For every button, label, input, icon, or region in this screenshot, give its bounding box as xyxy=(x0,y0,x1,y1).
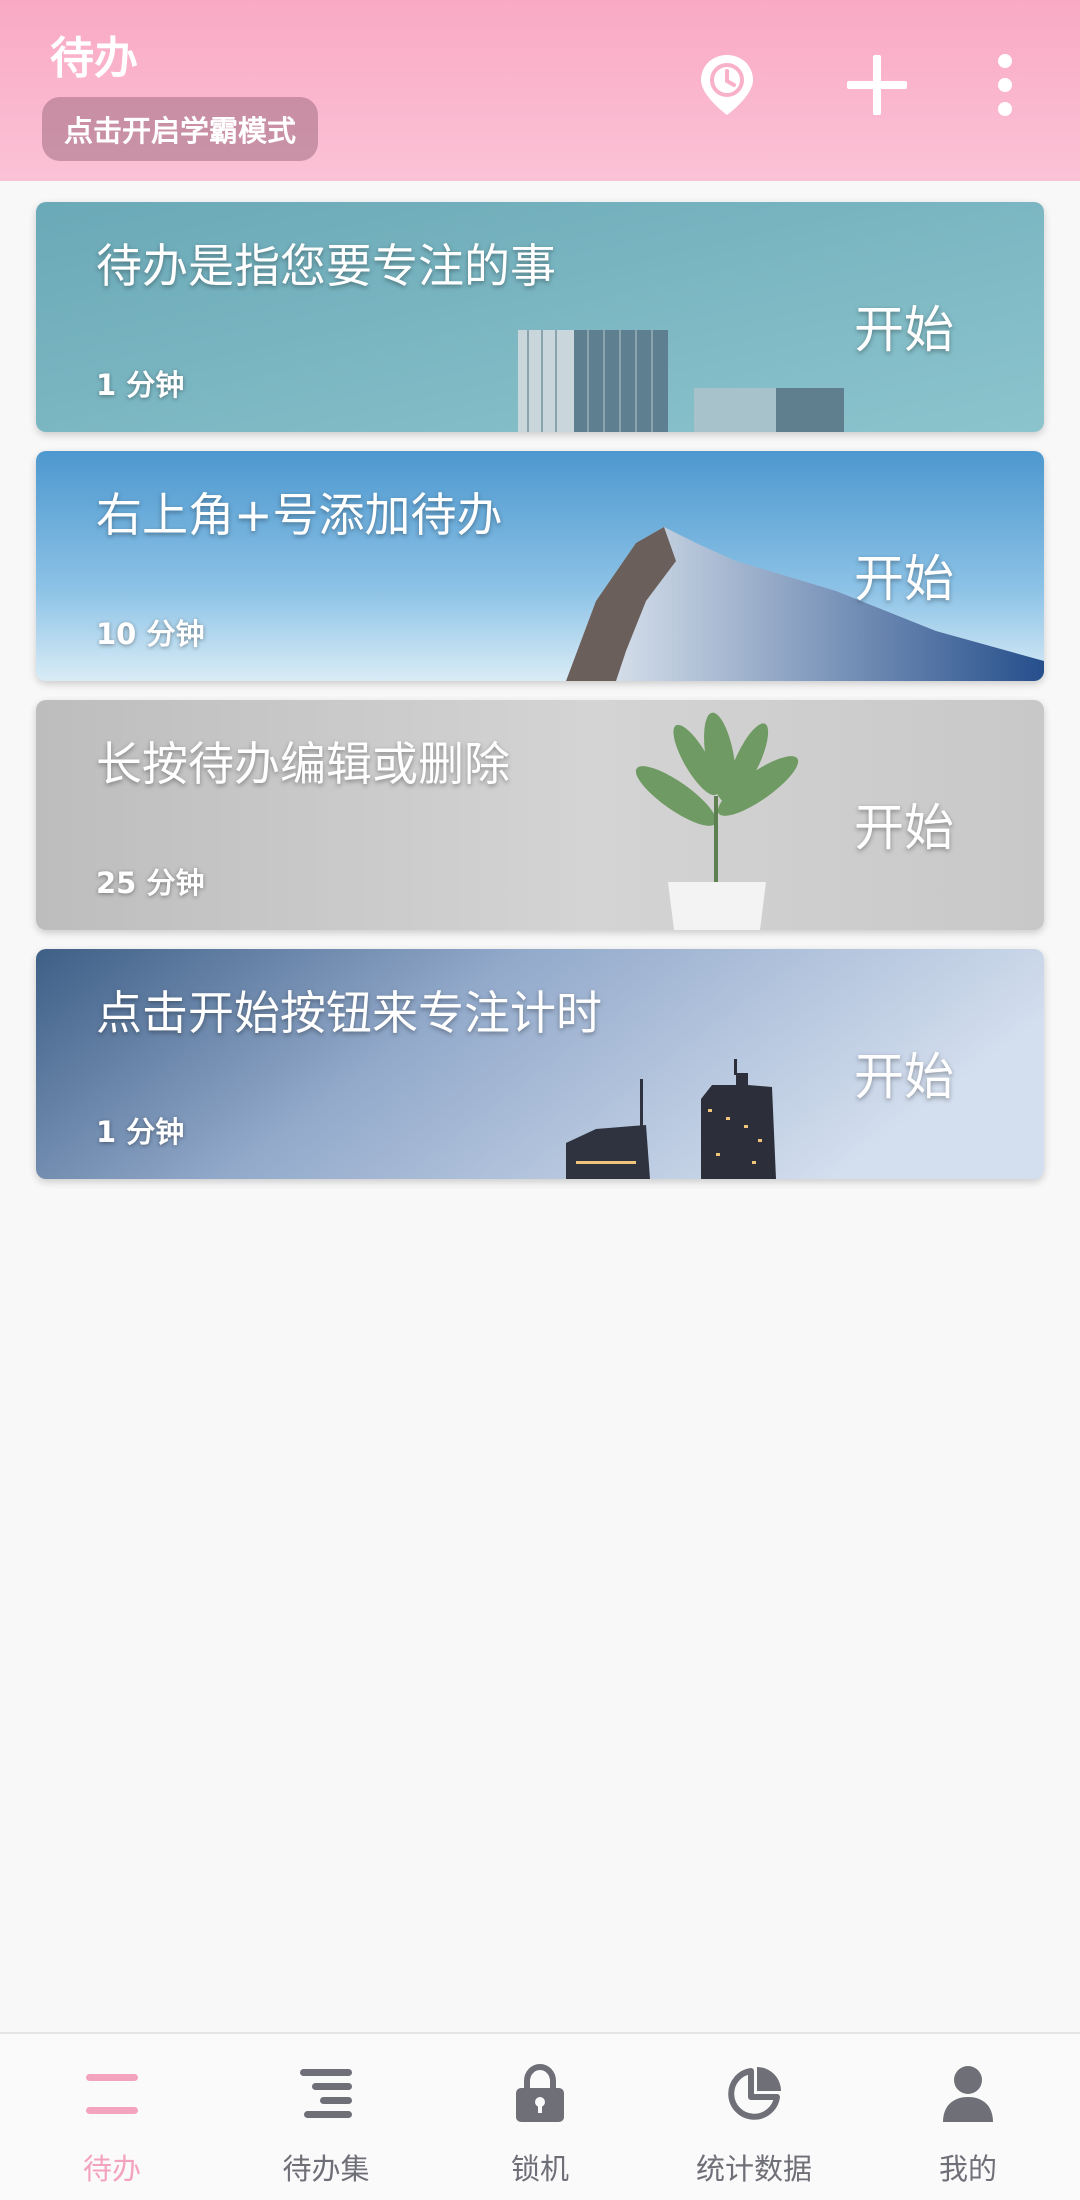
todo-duration: 25 分钟 xyxy=(96,866,205,900)
todo-title: 待办是指您要专注的事 xyxy=(96,239,556,293)
todo-duration: 10 分钟 xyxy=(96,617,205,651)
more-options-button[interactable] xyxy=(960,40,1050,130)
plus-icon xyxy=(847,55,907,115)
todo-lines-icon xyxy=(4,2062,220,2126)
start-button[interactable]: 开始 xyxy=(854,1037,954,1109)
start-button[interactable]: 开始 xyxy=(854,290,954,362)
todo-title: 右上角+号添加待办 xyxy=(96,488,503,542)
todo-duration: 1 分钟 xyxy=(96,1115,185,1149)
pie-chart-icon xyxy=(646,2062,862,2126)
study-mode-button[interactable]: 点击开启学霸模式 xyxy=(42,97,319,161)
nav-label: 待办 xyxy=(82,2152,141,2186)
nav-item-todo-set[interactable]: 待办集 xyxy=(218,2034,434,2200)
start-button[interactable]: 开始 xyxy=(854,539,954,611)
nav-label: 统计数据 xyxy=(695,2152,812,2186)
todo-card[interactable]: 右上角+号添加待办 10 分钟 开始 xyxy=(36,451,1044,681)
add-todo-button[interactable] xyxy=(832,40,922,130)
person-icon xyxy=(860,2062,1076,2126)
nav-item-lock[interactable]: 锁机 xyxy=(432,2034,648,2200)
lock-icon xyxy=(432,2062,648,2126)
page-title: 待办 xyxy=(50,33,138,84)
more-vertical-icon xyxy=(998,54,1012,116)
nav-item-todo[interactable]: 待办 xyxy=(4,2034,220,2200)
focus-timer-button[interactable] xyxy=(682,40,772,130)
nav-label: 锁机 xyxy=(510,2152,569,2186)
todo-title: 长按待办编辑或删除 xyxy=(96,737,510,791)
todo-set-icon xyxy=(218,2062,434,2126)
nav-item-statistics[interactable]: 统计数据 xyxy=(646,2034,862,2200)
app-header: 待办 点击开启学霸模式 xyxy=(0,0,1080,181)
todo-card[interactable]: 长按待办编辑或删除 25 分钟 开始 xyxy=(36,700,1044,930)
nav-label: 我的 xyxy=(938,2152,997,2186)
bottom-navigation: 待办 待办集 锁机 统计数据 我的 xyxy=(0,2032,1080,2200)
todo-duration: 1 分钟 xyxy=(96,368,185,402)
todo-card[interactable]: 待办是指您要专注的事 1 分钟 开始 xyxy=(36,202,1044,432)
clock-pin-icon xyxy=(701,55,753,115)
todo-title: 点击开始按钮来专注计时 xyxy=(96,986,602,1040)
nav-label: 待办集 xyxy=(282,2152,370,2186)
todo-card[interactable]: 点击开始按钮来专注计时 1 分钟 开始 xyxy=(36,949,1044,1179)
nav-item-me[interactable]: 我的 xyxy=(860,2034,1076,2200)
start-button[interactable]: 开始 xyxy=(854,788,954,860)
